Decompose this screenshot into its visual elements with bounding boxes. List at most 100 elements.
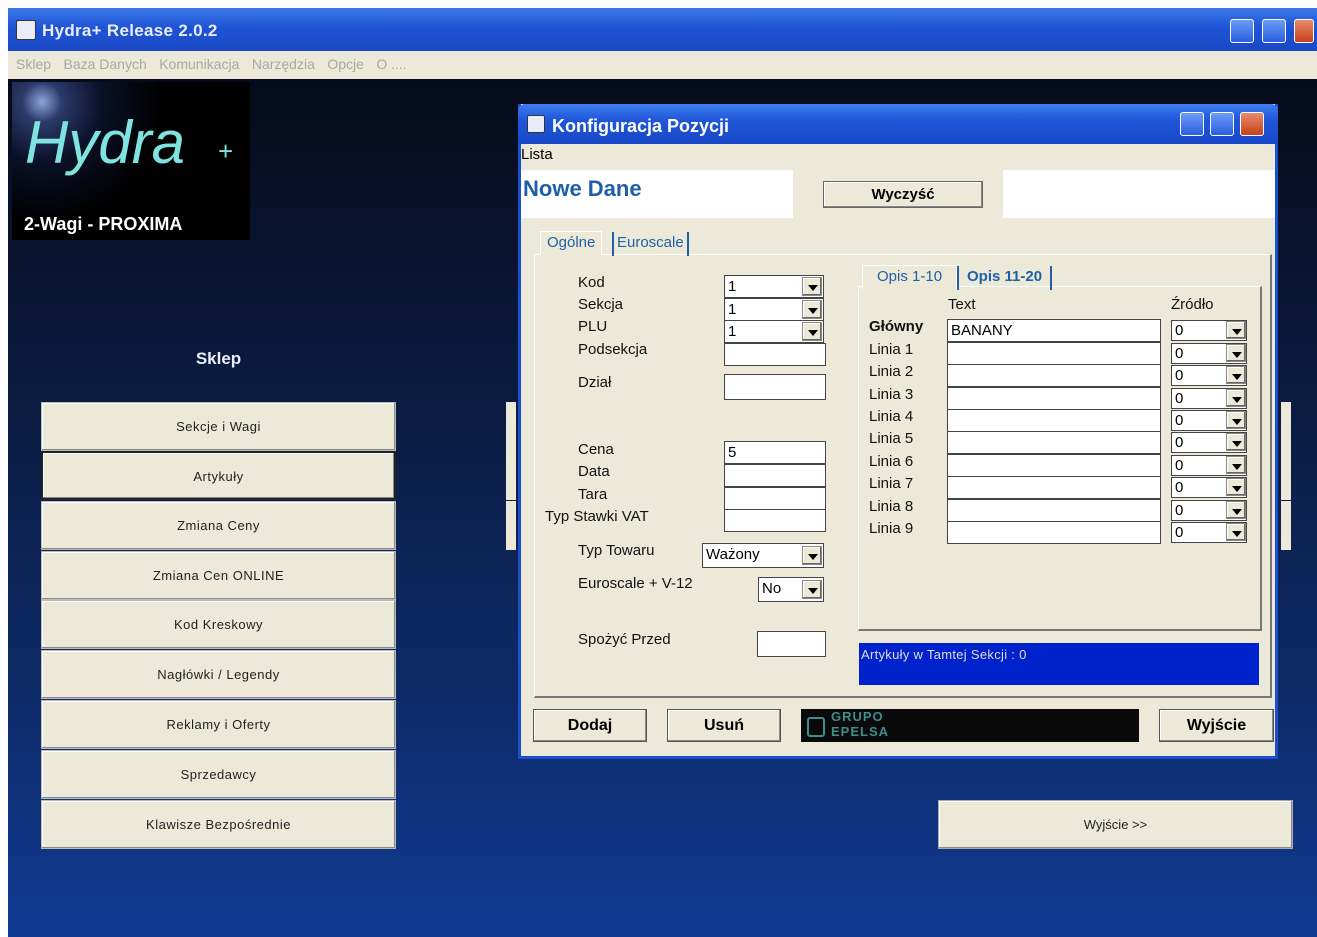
chevron-down-icon[interactable] [1226, 389, 1246, 407]
opis-row-label: Linia 7 [869, 475, 914, 492]
chevron-down-icon[interactable] [1226, 433, 1246, 451]
opis-text-input[interactable] [947, 387, 1161, 410]
tab-euroscale[interactable]: Euroscale [612, 232, 689, 256]
nav-klawisze-bezposrednie[interactable]: Klawisze Bezpośrednie [41, 800, 396, 849]
grupo-epelsa-logo: GRUPO EPELSA [801, 709, 1139, 742]
dialog-icon [527, 115, 545, 133]
add-button[interactable]: Dodaj [533, 709, 647, 742]
maximize-icon[interactable] [1262, 19, 1286, 43]
tab-opis-1-10[interactable]: Opis 1-10 [862, 265, 958, 289]
logo-line1: GRUPO [831, 709, 884, 724]
nav-kod-kreskowy[interactable]: Kod Kreskowy [41, 600, 396, 649]
opis-text-input[interactable] [947, 409, 1161, 432]
logo-line2: EPELSA [831, 724, 890, 739]
menu-komunikacja[interactable]: Komunikacja [159, 56, 239, 72]
opis-text-input[interactable] [947, 499, 1161, 522]
chevron-down-icon[interactable] [1226, 456, 1246, 474]
opis-text-input[interactable] [947, 342, 1161, 365]
hidden-button-stub [1281, 501, 1291, 550]
menu-sklep[interactable]: Sklep [16, 56, 51, 72]
opis-row-label: Linia 9 [869, 520, 914, 537]
menu-narzedzia[interactable]: Narzędzia [252, 56, 315, 72]
dialog-maximize-icon[interactable] [1210, 112, 1234, 136]
opis-text-input[interactable] [947, 431, 1161, 454]
chevron-down-icon[interactable] [802, 546, 822, 565]
hidden-button-stub [1281, 402, 1291, 451]
opis-text-input[interactable] [947, 521, 1161, 544]
chevron-down-icon[interactable] [1226, 523, 1246, 541]
nav-zmiana-ceny[interactable]: Zmiana Ceny [41, 501, 396, 550]
menu-about[interactable]: O .... [376, 56, 406, 72]
source-column-header: Źródło [1171, 296, 1214, 313]
chevron-down-icon[interactable] [1226, 478, 1246, 496]
opis-row-label: Linia 1 [869, 341, 914, 358]
logo-plus: + [218, 136, 234, 166]
nav-sekcje-i-wagi[interactable]: Sekcje i Wagi [41, 402, 396, 451]
data-label: Data [578, 463, 610, 480]
dialog-close-icon[interactable] [1240, 112, 1264, 136]
vat-input[interactable] [724, 509, 826, 532]
chevron-down-icon[interactable] [802, 277, 822, 296]
nav-reklamy-i-oferty[interactable]: Reklamy i Oferty [41, 700, 396, 749]
chevron-down-icon[interactable] [1226, 321, 1246, 339]
dialog-minimize-icon[interactable] [1180, 112, 1204, 136]
tara-input[interactable] [724, 487, 826, 510]
app-icon [16, 20, 36, 40]
dialog-menu-lista[interactable]: Lista [521, 146, 553, 163]
chevron-down-icon[interactable] [802, 580, 822, 599]
header-blank [1003, 170, 1275, 218]
euroscale-label: Euroscale + V-12 [578, 575, 693, 592]
nav-naglowki-legendy[interactable]: Nagłówki / Legendy [41, 650, 396, 699]
kod-label: Kod [578, 274, 605, 291]
chevron-down-icon[interactable] [802, 300, 822, 319]
opis-row-label: Linia 3 [869, 386, 914, 403]
chevron-down-icon[interactable] [1226, 501, 1246, 519]
plu-label: PLU [578, 318, 608, 335]
dzial-input[interactable] [724, 374, 826, 400]
cena-label: Cena [578, 441, 614, 458]
tab-opis-11-20[interactable]: Opis 11-20 [957, 266, 1053, 290]
dialog-title: Konfiguracja Pozycji [552, 116, 730, 136]
main-menu-bar: Sklep Baza Danych Komunikacja Narzędzia … [8, 51, 1317, 79]
main-exit-button[interactable]: Wyjście >> [938, 800, 1293, 849]
opis-text-input[interactable]: BANANY [947, 319, 1161, 342]
remove-button[interactable]: Usuń [667, 709, 781, 742]
nav-zmiana-cen-online[interactable]: Zmiana Cen ONLINE [41, 551, 396, 600]
spozyc-przed-input[interactable] [757, 631, 826, 657]
cena-input[interactable]: 5 [724, 441, 826, 464]
main-title-bar: Hydra+ Release 2.0.2 [8, 8, 1317, 51]
chevron-down-icon[interactable] [1226, 366, 1246, 384]
podsekcja-input[interactable] [724, 343, 826, 366]
opis-row-label: Linia 4 [869, 408, 914, 425]
chevron-down-icon[interactable] [1226, 411, 1246, 429]
opis-text-input[interactable] [947, 454, 1161, 477]
tab-ogolne[interactable]: Ogólne [540, 231, 603, 255]
opis-text-input[interactable] [947, 476, 1161, 499]
exit-button[interactable]: Wyjście [1159, 709, 1274, 742]
epelsa-icon [807, 717, 825, 737]
nav-artykuly[interactable]: Artykuły [41, 451, 396, 500]
data-input[interactable] [724, 464, 826, 487]
hidden-button-stub [506, 402, 516, 451]
menu-opcje[interactable]: Opcje [327, 56, 364, 72]
hidden-button-stub [1281, 451, 1291, 500]
hidden-button-stub [506, 501, 516, 550]
opis-text-input[interactable] [947, 364, 1161, 387]
nav-sprzedawcy[interactable]: Sprzedawcy [41, 750, 396, 799]
mode-panel: Nowe Dane [521, 170, 793, 218]
menu-baza-danych[interactable]: Baza Danych [63, 56, 146, 72]
clear-button[interactable]: Wyczyść [823, 181, 983, 208]
dzial-label: Dział [578, 374, 612, 391]
opis-row-label: Linia 5 [869, 430, 914, 447]
typ-towaru-label: Typ Towaru [578, 542, 655, 559]
chevron-down-icon[interactable] [1226, 344, 1246, 362]
opis-row-label: Linia 8 [869, 498, 914, 515]
status-bar: Artykuły w Tamtej Sekcji : 0 [859, 643, 1259, 685]
section-title: Sklep [195, 349, 242, 368]
close-icon[interactable] [1294, 19, 1314, 43]
logo-subtitle: 2-Wagi - PROXIMA [24, 214, 183, 234]
hidden-button-stub [506, 451, 516, 500]
tara-label: Tara [578, 486, 608, 503]
chevron-down-icon[interactable] [802, 322, 822, 341]
minimize-icon[interactable] [1230, 19, 1254, 43]
